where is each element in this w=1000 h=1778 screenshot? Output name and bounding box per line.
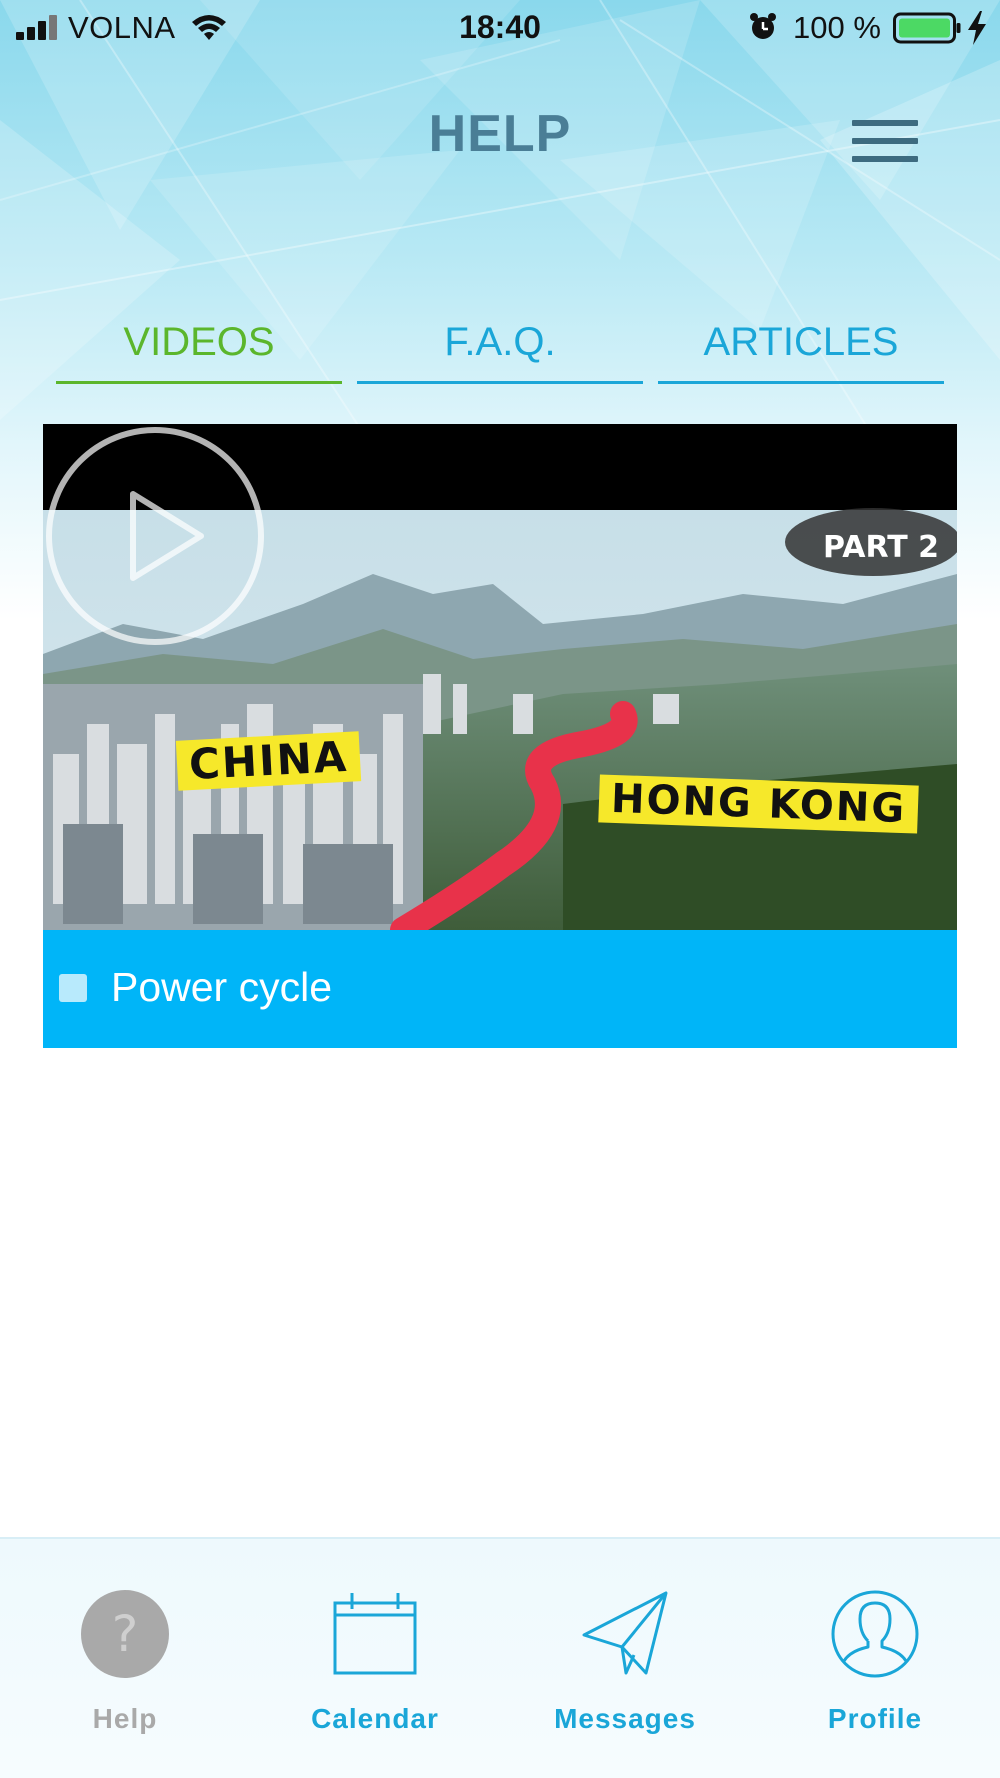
- battery-icon: [893, 12, 961, 44]
- thumbnail-tag-china: CHINA: [175, 731, 362, 791]
- bottom-tab-bar: ? Help Calendar Messages Profile: [0, 1537, 1000, 1778]
- video-caption-bar[interactable]: Power cycle: [43, 930, 957, 1048]
- help-screen: VOLNA 18:40 100 % HELP VIDEOS F.A.Q. ART…: [0, 0, 1000, 1778]
- battery-percentage: 100 %: [793, 10, 881, 45]
- hamburger-menu-icon[interactable]: [852, 118, 918, 164]
- status-bar: VOLNA 18:40 100 %: [0, 0, 1000, 56]
- nav-label-calendar: Calendar: [311, 1703, 439, 1734]
- page-title: HELP: [428, 105, 572, 163]
- video-title: Power cycle: [111, 964, 333, 1010]
- charging-bolt-icon: [968, 11, 986, 45]
- help-tabs: VIDEOS F.A.Q. ARTICLES: [56, 310, 944, 388]
- nav-label-help: Help: [92, 1703, 158, 1734]
- nav-item-help[interactable]: ? Help: [0, 1539, 250, 1778]
- nav-item-calendar[interactable]: Calendar: [250, 1539, 500, 1778]
- svg-text:?: ?: [112, 1605, 139, 1663]
- video-card: CHINA HONG KONG PART 2 Power cycle: [43, 424, 957, 1048]
- caption-square-icon: [59, 974, 87, 1002]
- tab-articles[interactable]: ARTICLES: [658, 310, 944, 384]
- tab-videos[interactable]: VIDEOS: [56, 310, 342, 384]
- tab-faq[interactable]: F.A.Q.: [357, 310, 643, 384]
- question-icon: ?: [81, 1590, 169, 1678]
- play-icon[interactable]: [43, 424, 267, 648]
- user-icon: [831, 1590, 919, 1678]
- calendar-icon: [333, 1593, 417, 1675]
- nav-item-messages[interactable]: Messages: [500, 1539, 750, 1778]
- alarm-icon: [750, 13, 776, 39]
- nav-item-profile[interactable]: Profile: [750, 1539, 1000, 1778]
- nav-label-messages: Messages: [554, 1703, 696, 1734]
- paper-plane-icon: [582, 1591, 668, 1675]
- nav-label-profile: Profile: [827, 1703, 923, 1734]
- thumbnail-part-label: PART 2: [823, 530, 939, 565]
- video-player[interactable]: CHINA HONG KONG PART 2: [43, 424, 957, 930]
